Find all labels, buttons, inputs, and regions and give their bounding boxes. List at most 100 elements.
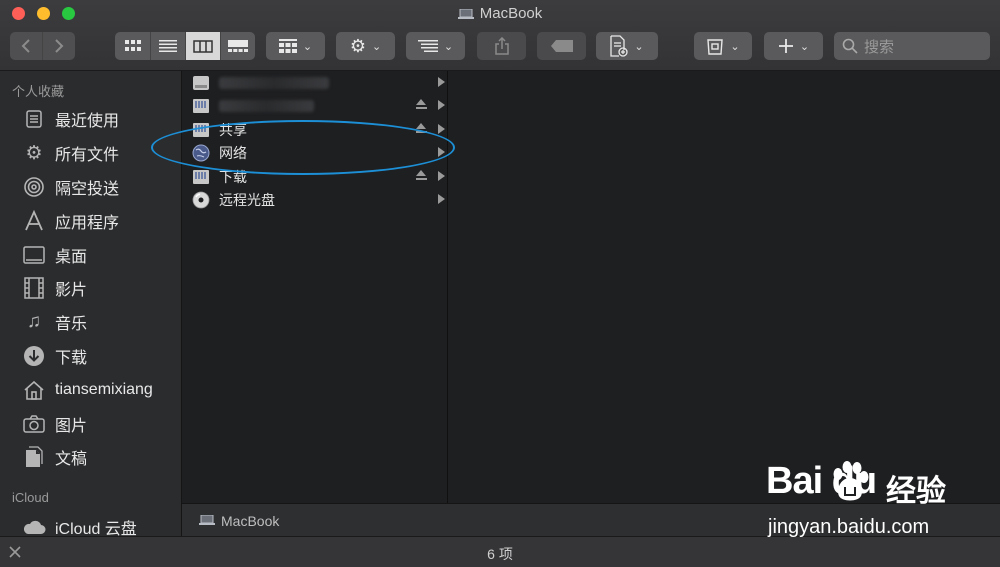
music-icon: ♫ [26,311,42,332]
sidebar-item-icloud-drive[interactable]: iCloud 云盘 [22,512,137,536]
sidebar-item-label: 隔空投送 [55,181,120,198]
chevron-down-icon: ⌄ [302,40,313,53]
chevron-down-icon: ⌄ [443,40,454,53]
share-button[interactable] [477,32,526,60]
disclosure-arrow-icon [438,100,445,110]
columns-icon [193,39,213,53]
film-icon [22,276,46,300]
icon-view-button[interactable] [115,32,151,60]
redacted-label [219,77,329,89]
column-row-external-drive[interactable] [182,95,447,117]
eject-icon[interactable] [416,99,427,111]
column-view-button[interactable] [186,32,221,60]
search-placeholder: 搜索 [864,38,895,56]
action-menu-button[interactable]: ⚙ ⌄ [336,32,395,60]
optical-disc-icon [191,191,211,209]
search-field[interactable]: 搜索 [834,32,990,60]
sidebar-item-music[interactable]: ♫ 音乐 [22,307,87,337]
gear-icon: ⚙ [25,142,43,164]
archive-box-icon [707,39,724,55]
highlight-ellipse [151,120,455,175]
navigation-buttons [10,32,75,60]
sidebar-item-label: 应用程序 [55,215,120,232]
redacted-label [219,100,314,112]
sidebar-item-label: 文稿 [55,451,88,468]
list-lines-icon [159,40,177,52]
sidebar-item-desktop[interactable]: 桌面 [22,240,87,270]
gear-icon: ⚙ [349,35,366,56]
eject-icon[interactable] [416,170,427,182]
window-title: MacBook [0,5,1000,22]
sidebar-item-label: 所有文件 [55,147,120,164]
share-icon [494,37,509,55]
desktop-icon [22,243,46,267]
sidebar-item-recents[interactable]: 最近使用 [22,104,119,134]
gallery-view-button[interactable] [221,32,255,60]
add-button[interactable]: ⌄ [764,32,823,60]
sidebar-item-label: 最近使用 [55,113,120,130]
sidebar-item-label: iCloud 云盘 [55,521,137,536]
title-bar: MacBook ⌄ ⚙ ⌄ ⌄ ⌄ ⌄ ⌄ 搜索 [0,0,1000,71]
favorites-header: 个人收藏 [12,84,65,99]
sidebar-item-airdrop[interactable]: 隔空投送 [22,172,119,202]
archive-button[interactable]: ⌄ [694,32,752,60]
document-add-icon [610,35,629,57]
view-mode-control [115,32,255,60]
laptop-icon [457,9,474,20]
disclosure-arrow-icon [438,124,445,134]
back-button[interactable] [10,32,43,60]
recents-icon [22,107,46,131]
sidebar-item-label: 影片 [55,282,88,299]
watermark-product: 经验 [886,474,946,509]
browser-column-2 [448,71,1000,503]
chevron-down-icon: ⌄ [371,40,382,53]
watermark-url: jingyan.baidu.com [768,516,930,538]
sidebar-item-documents[interactable]: 文稿 [22,442,87,472]
disclosure-arrow-icon [438,77,445,87]
downloads-icon [22,344,46,368]
laptop-icon [199,515,215,525]
document-icon [22,445,46,469]
sidebar-item-downloads[interactable]: 下载 [22,341,87,371]
sidebar-item-label: 图片 [55,418,88,435]
list-view-button[interactable] [151,32,186,60]
sidebar-item-label: 桌面 [55,249,88,266]
column-row-remote-disc[interactable]: 远程光盘 [182,189,447,211]
tag-icon [550,40,573,52]
forward-button[interactable] [43,32,75,60]
airdrop-icon [22,175,46,199]
tags-button[interactable] [537,32,586,60]
search-icon [842,38,858,54]
chevron-right-icon [55,39,64,53]
arrange-button[interactable]: ⌄ [406,32,465,60]
window-title-text: MacBook [479,5,543,22]
baidu-paw-icon [833,461,869,501]
camera-icon [22,412,46,436]
plus-icon [778,39,793,53]
sidebar-item-applications[interactable]: 应用程序 [22,206,119,236]
sidebar-item-label: 音乐 [55,316,88,333]
group-grid-icon [278,39,297,53]
new-document-button[interactable]: ⌄ [596,32,658,60]
chevron-down-icon: ⌄ [730,40,740,53]
column-row-label: 远程光盘 [219,192,275,208]
path-bar-label[interactable]: MacBook [221,513,279,529]
chevron-down-icon: ⌄ [634,40,644,53]
gallery-icon [228,40,248,52]
hard-drive-icon [191,74,211,92]
external-drive-icon [191,168,211,186]
column-row-hard-drive[interactable] [182,72,447,94]
sidebar-item-movies[interactable]: 影片 [22,273,87,303]
sidebar-item-home[interactable]: tiansemixiang [22,375,153,405]
cloud-icon [22,515,46,536]
disclosure-arrow-icon [438,171,445,181]
chevron-left-icon [21,39,30,53]
applications-icon [22,209,46,233]
sidebar-item-label: 下载 [55,350,88,367]
home-icon [22,378,46,402]
group-by-button[interactable]: ⌄ [266,32,325,60]
sidebar-item-pictures[interactable]: 图片 [22,409,87,439]
icon-grid-icon [124,40,141,51]
sidebar-item-all-files[interactable]: ⚙ 所有文件 [22,138,119,168]
chevron-down-icon: ⌄ [799,40,810,53]
